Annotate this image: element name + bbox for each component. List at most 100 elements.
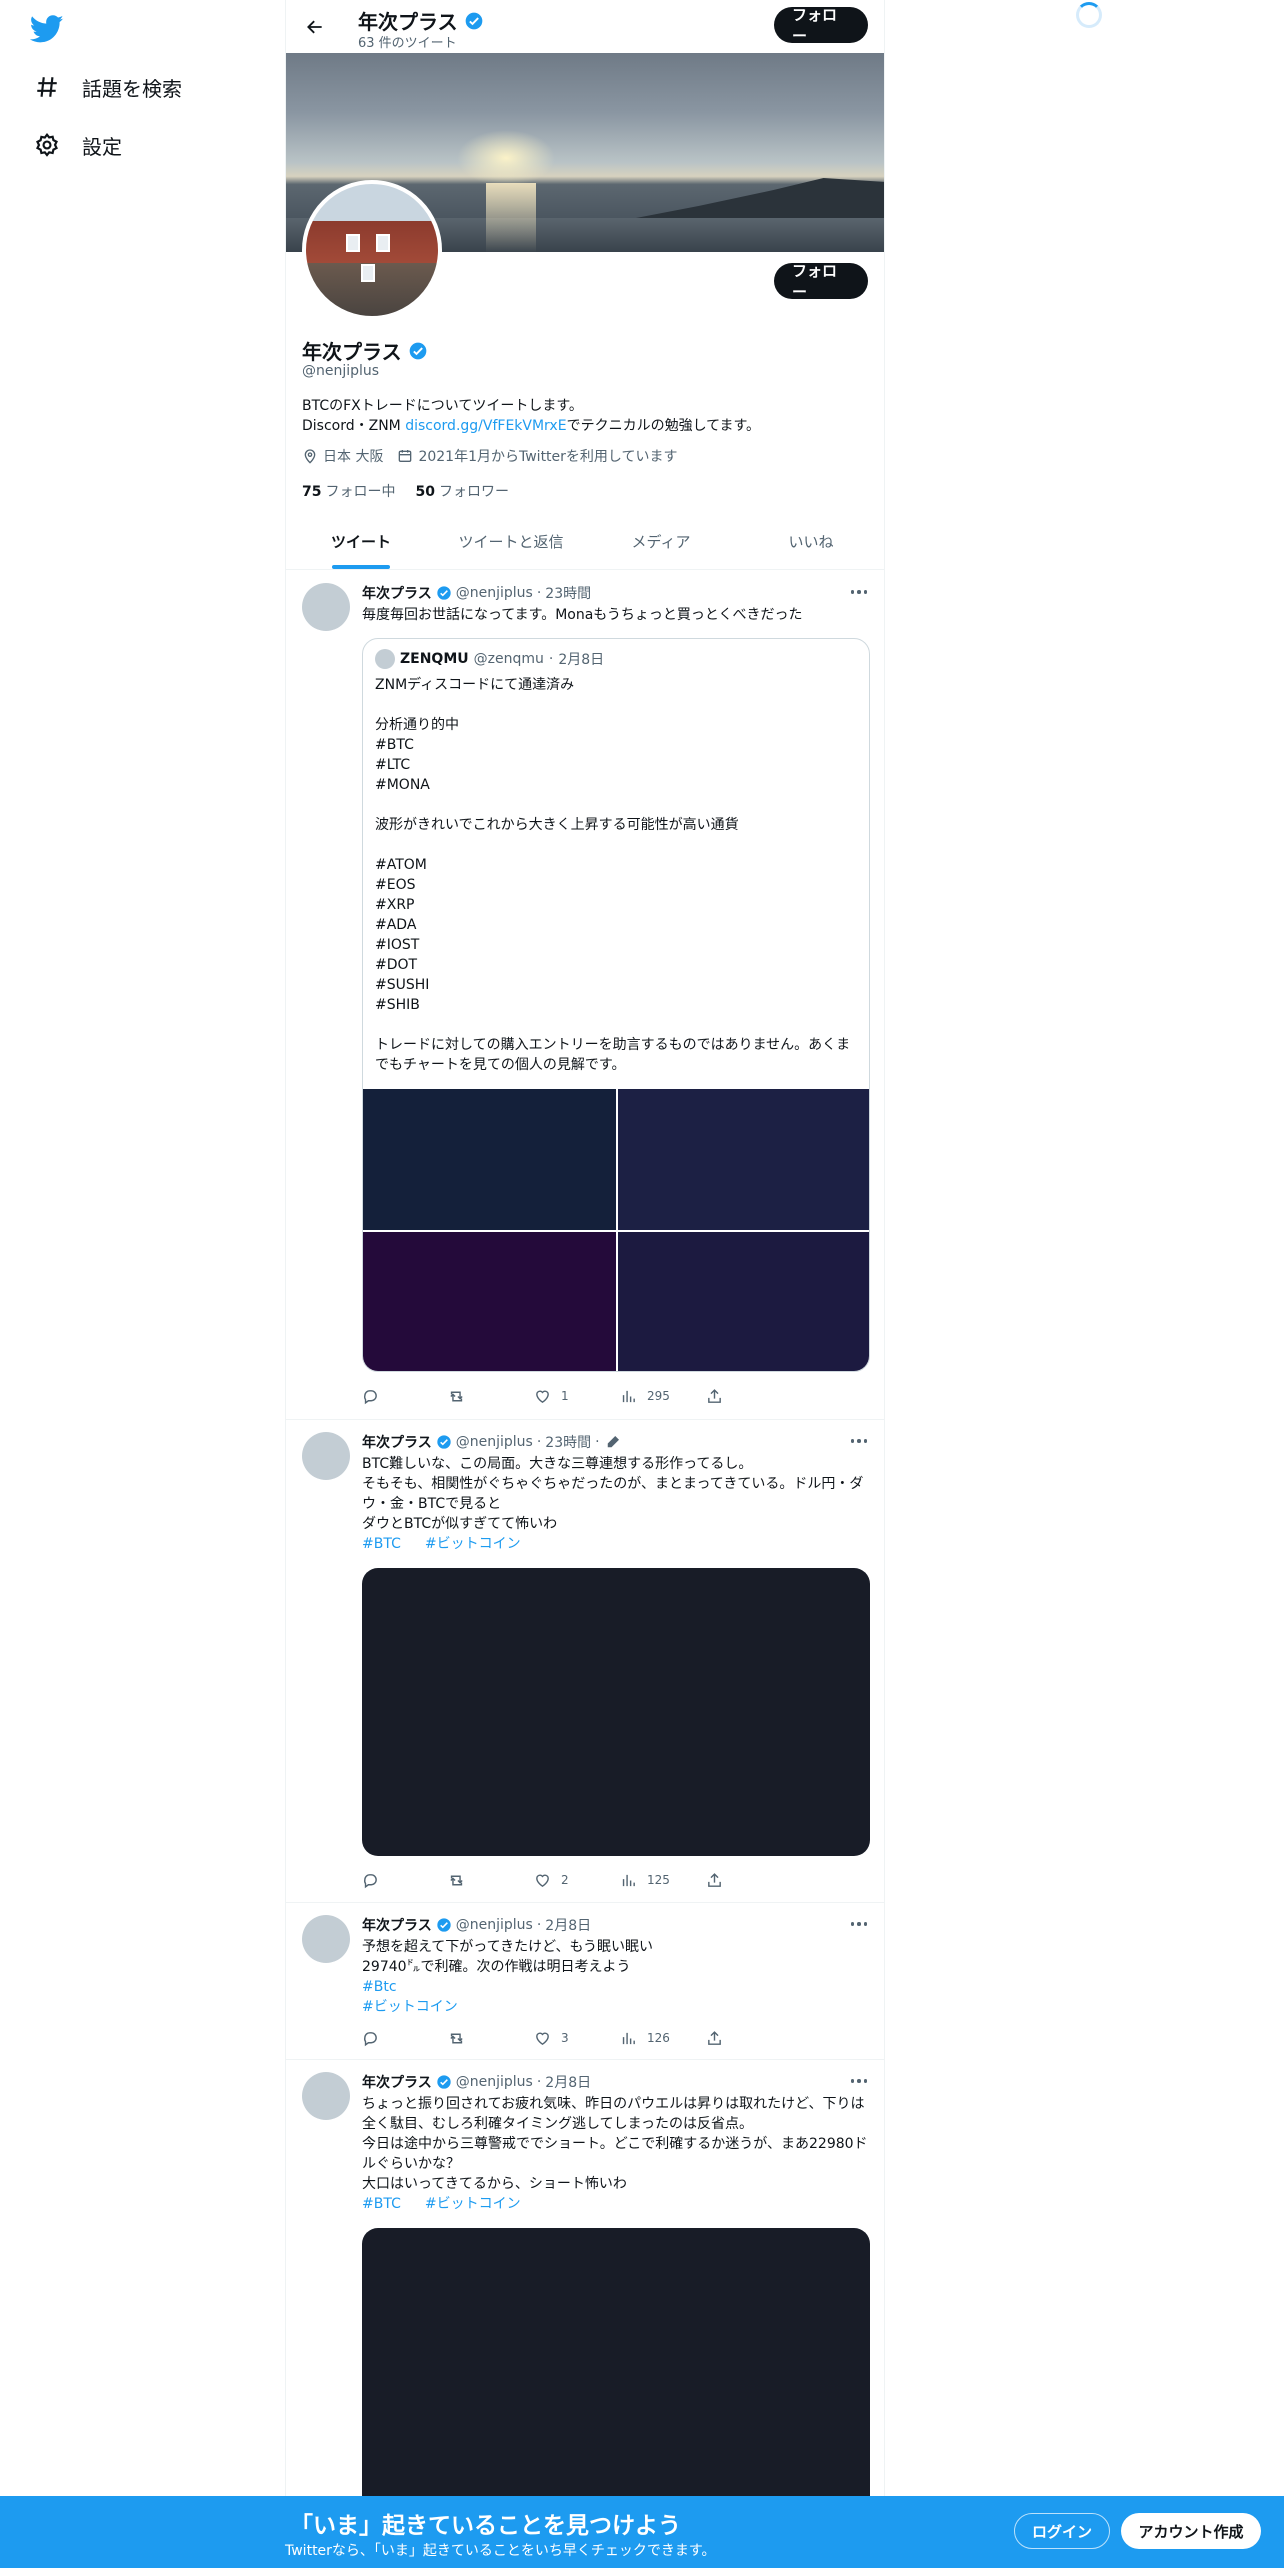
quoted-tweet-author-name: ZENQMU <box>400 651 469 667</box>
tweet-author-name[interactable]: 年次プラス <box>362 1432 432 1452</box>
header-tweet-count: 63 件のツイート <box>358 36 457 51</box>
header-follow-button[interactable]: フォロー <box>774 6 868 45</box>
quoted-tweet-image[interactable] <box>618 1232 869 1371</box>
views-button[interactable]: 125 <box>620 1870 706 1890</box>
retweet-button[interactable] <box>448 2028 534 2048</box>
bio-line-2-prefix: Discord・ZNM <box>302 418 406 434</box>
tweet-timestamp[interactable]: 2月8日 <box>545 1915 591 1935</box>
profile-joined-text: 2021年1月からTwitterを利用しています <box>418 449 678 465</box>
tweet-author-handle[interactable]: @nenjiplus <box>456 585 533 601</box>
tweet-timestamp[interactable]: 2月8日 <box>545 2072 591 2092</box>
like-button[interactable]: 3 <box>534 2028 620 2048</box>
tweet-avatar[interactable] <box>302 2072 350 2120</box>
hashtag-link[interactable]: #ビットコイン <box>362 1997 870 2017</box>
profile-location: 日本 大阪 <box>302 446 383 466</box>
tweet-author-handle[interactable]: @nenjiplus <box>456 1917 533 1933</box>
header-name-text: 年次プラス <box>358 10 458 34</box>
tweet[interactable]: 年次プラス @nenjiplus · 2月8日 ちょっと振り回されてお疲れ気味、… <box>286 2060 884 2568</box>
tweet-timestamp[interactable]: 23時間 <box>545 1432 591 1452</box>
quoted-tweet-card[interactable]: ZENQMU @zenqmu · 2月8日 ZNMディスコードにて通達済み 分析… <box>362 638 870 1372</box>
profile-follow-button[interactable]: フォロー <box>774 262 868 301</box>
banner-hill-shape <box>636 178 884 218</box>
verified-badge-icon <box>437 1435 451 1449</box>
following-label: フォロー中 <box>325 484 396 500</box>
tweet-header: 年次プラス @nenjiplus · 2月8日 <box>362 1915 591 1935</box>
tweet-media-image[interactable] <box>362 1568 870 1856</box>
tab-likes[interactable]: いいね <box>736 513 884 569</box>
signup-button[interactable]: アカウント作成 <box>1121 2513 1261 2549</box>
tweet-text: 毎度毎回お世話になってます。Monaもうちょっと買っとくべきだった <box>362 607 803 623</box>
tweet-header: 年次プラス @nenjiplus · 23時間 · <box>362 1432 622 1452</box>
hashtag-link[interactable]: #Btc <box>362 1977 870 1997</box>
more-options-icon[interactable] <box>848 1432 870 1450</box>
reply-icon <box>363 2031 377 2046</box>
share-button[interactable] <box>706 1386 792 1406</box>
nav-explore[interactable]: 話題を検索 <box>34 67 182 107</box>
like-button[interactable]: 1 <box>534 1386 620 1406</box>
tweet-avatar[interactable] <box>302 1432 350 1480</box>
bio-discord-link[interactable]: discord.gg/VfFEkVMrxE <box>405 418 566 434</box>
nav-settings[interactable]: 設定 <box>34 125 122 165</box>
bar-chart-icon <box>622 2032 635 2044</box>
reply-button[interactable] <box>362 1870 448 1890</box>
retweet-button[interactable] <box>448 1386 534 1406</box>
more-options-icon[interactable] <box>848 2072 870 2090</box>
twitter-bird-logo-icon[interactable] <box>30 12 64 46</box>
tweet-author-name[interactable]: 年次プラス <box>362 583 432 603</box>
tweet[interactable]: 年次プラス @nenjiplus · 23時間 毎度毎回お世話になってます。Mo… <box>286 571 884 1420</box>
profile-bio: BTCのFXトレードについてツイートします。 Discord・ZNM disco… <box>302 396 760 436</box>
view-count: 295 <box>647 1389 670 1403</box>
following-count: 75 <box>302 484 322 500</box>
views-button[interactable]: 126 <box>620 2028 706 2048</box>
quoted-tweet-timestamp: 2月8日 <box>558 652 605 668</box>
tweet-hashtags: #BTC #ビットコイン <box>362 2194 870 2214</box>
location-pin-icon <box>304 449 316 464</box>
tweet-avatar[interactable] <box>302 583 350 631</box>
tab-tweets[interactable]: ツイート <box>286 513 436 569</box>
reply-button[interactable] <box>362 1386 448 1406</box>
tweet-author-name[interactable]: 年次プラス <box>362 1915 432 1935</box>
retweet-button[interactable] <box>448 1870 534 1890</box>
like-count: 3 <box>561 2031 569 2045</box>
quoted-tweet-image[interactable] <box>618 1089 869 1230</box>
hashtag-link[interactable]: #BTC <box>362 2194 401 2214</box>
more-options-icon[interactable] <box>848 583 870 601</box>
more-options-icon[interactable] <box>848 1915 870 1933</box>
tab-tweets-and-replies[interactable]: ツイートと返信 <box>436 513 586 569</box>
tweet[interactable]: 年次プラス @nenjiplus · 2月8日 予想を超えて下がってきたけど、も… <box>286 1903 884 2060</box>
tweet-author-name[interactable]: 年次プラス <box>362 2072 432 2092</box>
avatar-window-shape <box>346 234 360 252</box>
like-button[interactable]: 2 <box>534 1870 620 1890</box>
tweet-author-handle[interactable]: @nenjiplus <box>456 1434 533 1450</box>
reply-icon <box>363 1389 377 1404</box>
following-link[interactable]: 75 フォロー中 <box>302 481 395 501</box>
edited-pencil-icon[interactable] <box>604 1433 622 1451</box>
profile-avatar[interactable] <box>302 180 442 320</box>
share-button[interactable] <box>706 2028 792 2048</box>
share-button[interactable] <box>706 1870 792 1890</box>
hashtag-link[interactable]: #ビットコイン <box>425 1534 521 1554</box>
tweet-timestamp[interactable]: 23時間 <box>545 583 591 603</box>
hashtag-link[interactable]: #BTC <box>362 1534 401 1554</box>
tweet-hashtags: #BTC #ビットコイン <box>362 1534 870 1554</box>
quoted-tweet-image[interactable] <box>363 1089 616 1230</box>
tweet-author-handle[interactable]: @nenjiplus <box>456 2074 533 2090</box>
login-prompt-subtitle: Twitterなら、「いま」起きていることをいち早くチェックできます。 <box>285 2543 716 2559</box>
avatar-window-shape <box>361 264 375 282</box>
calendar-icon <box>399 450 412 462</box>
followers-link[interactable]: 50 フォロワー <box>415 481 508 501</box>
tweet-separator-dot: · <box>536 1917 542 1933</box>
back-button[interactable] <box>300 12 330 42</box>
tweet[interactable]: 年次プラス @nenjiplus · 23時間 · BTC難しいな、この局面。大… <box>286 1420 884 1903</box>
tweet-avatar[interactable] <box>302 1915 350 1963</box>
profile-follow-stats: 75 フォロー中 50 フォロワー <box>302 481 509 501</box>
hashtag-link[interactable]: #ビットコイン <box>425 2194 521 2214</box>
avatar-window-shape <box>376 234 390 252</box>
quoted-tweet-image[interactable] <box>363 1232 616 1371</box>
reply-button[interactable] <box>362 2028 448 2048</box>
quoted-tweet-separator-dot: · <box>548 651 554 667</box>
views-button[interactable]: 295 <box>620 1386 706 1406</box>
tweet-actions: 1 295 <box>362 1386 792 1406</box>
login-button[interactable]: ログイン <box>1014 2513 1110 2549</box>
tab-media[interactable]: メディア <box>586 513 736 569</box>
